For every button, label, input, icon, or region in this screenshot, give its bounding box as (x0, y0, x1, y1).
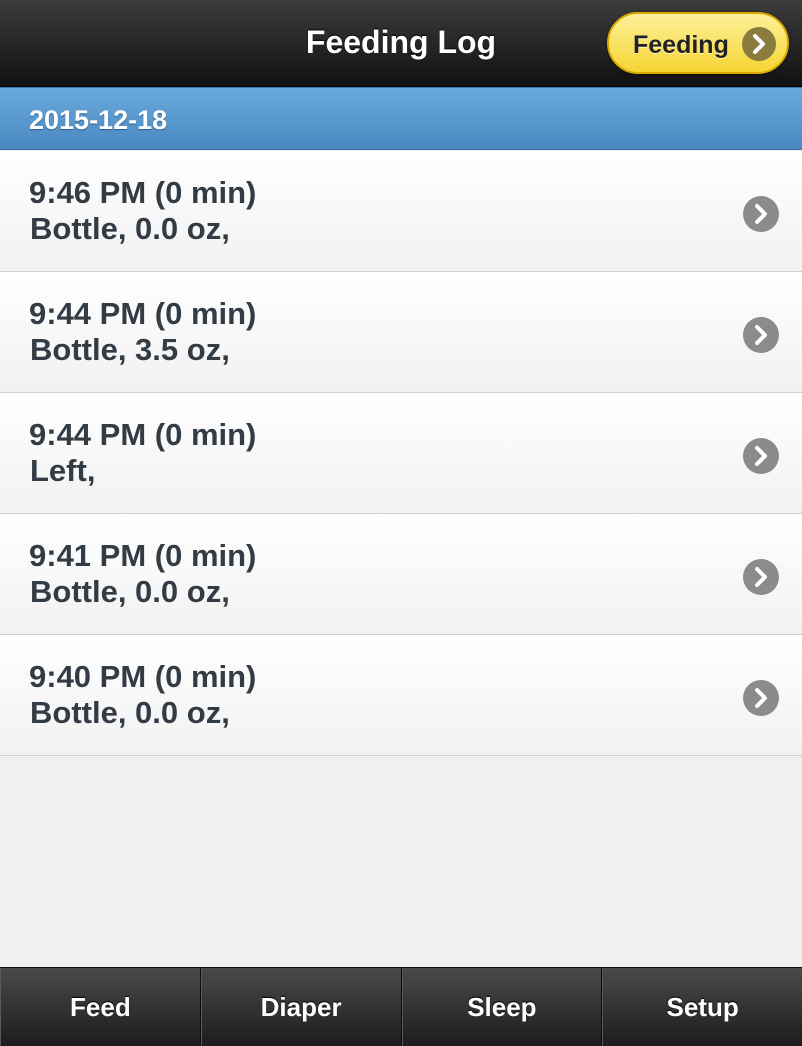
chevron-right-icon (743, 196, 779, 232)
list-item[interactable]: 9:44 PM (0 min) Left, (0, 393, 802, 514)
chevron-right-icon (742, 27, 776, 61)
entry-time: 9:44 PM (0 min) (29, 296, 257, 331)
entry-detail: Bottle, 0.0 oz, (30, 695, 230, 730)
chevron-right-icon (743, 438, 779, 474)
tab-label: Diaper (260, 992, 342, 1022)
list-item[interactable]: 9:46 PM (0 min) Bottle, 0.0 oz, (0, 151, 802, 272)
chevron-right-icon (743, 317, 779, 353)
tab-bar: Feed Diaper Sleep Setup (0, 967, 802, 1046)
tab-diaper[interactable]: Diaper (200, 968, 402, 1046)
chevron-right-icon (743, 559, 779, 595)
list-item[interactable]: 9:41 PM (0 min) Bottle, 0.0 oz, (0, 514, 802, 635)
entry-time: 9:46 PM (0 min) (29, 175, 257, 210)
feeding-button-label: Feeding (633, 31, 729, 59)
date-divider: 2015-12-18 (0, 87, 802, 150)
entry-detail: Bottle, 0.0 oz, (30, 211, 230, 246)
tab-sleep[interactable]: Sleep (401, 968, 603, 1046)
tab-feed[interactable]: Feed (0, 968, 201, 1046)
feeding-list: 9:46 PM (0 min) Bottle, 0.0 oz, 9:44 PM … (0, 151, 802, 756)
feeding-button[interactable]: Feeding (607, 12, 789, 74)
entry-detail: Bottle, 3.5 oz, (30, 332, 230, 367)
header-bar: Feeding Log Feeding (0, 0, 802, 87)
date-label: 2015-12-18 (29, 105, 168, 135)
entry-time: 9:44 PM (0 min) (29, 417, 257, 452)
entry-detail: Left, (30, 453, 96, 488)
entry-detail: Bottle, 0.0 oz, (30, 574, 230, 609)
entry-time: 9:41 PM (0 min) (29, 538, 257, 573)
list-item[interactable]: 9:40 PM (0 min) Bottle, 0.0 oz, (0, 635, 802, 756)
chevron-right-icon (743, 680, 779, 716)
tab-label: Feed (70, 992, 131, 1022)
list-item[interactable]: 9:44 PM (0 min) Bottle, 3.5 oz, (0, 272, 802, 393)
entry-time: 9:40 PM (0 min) (29, 659, 257, 694)
tab-setup[interactable]: Setup (602, 968, 802, 1046)
tab-label: Setup (666, 992, 739, 1022)
tab-label: Sleep (467, 992, 537, 1022)
